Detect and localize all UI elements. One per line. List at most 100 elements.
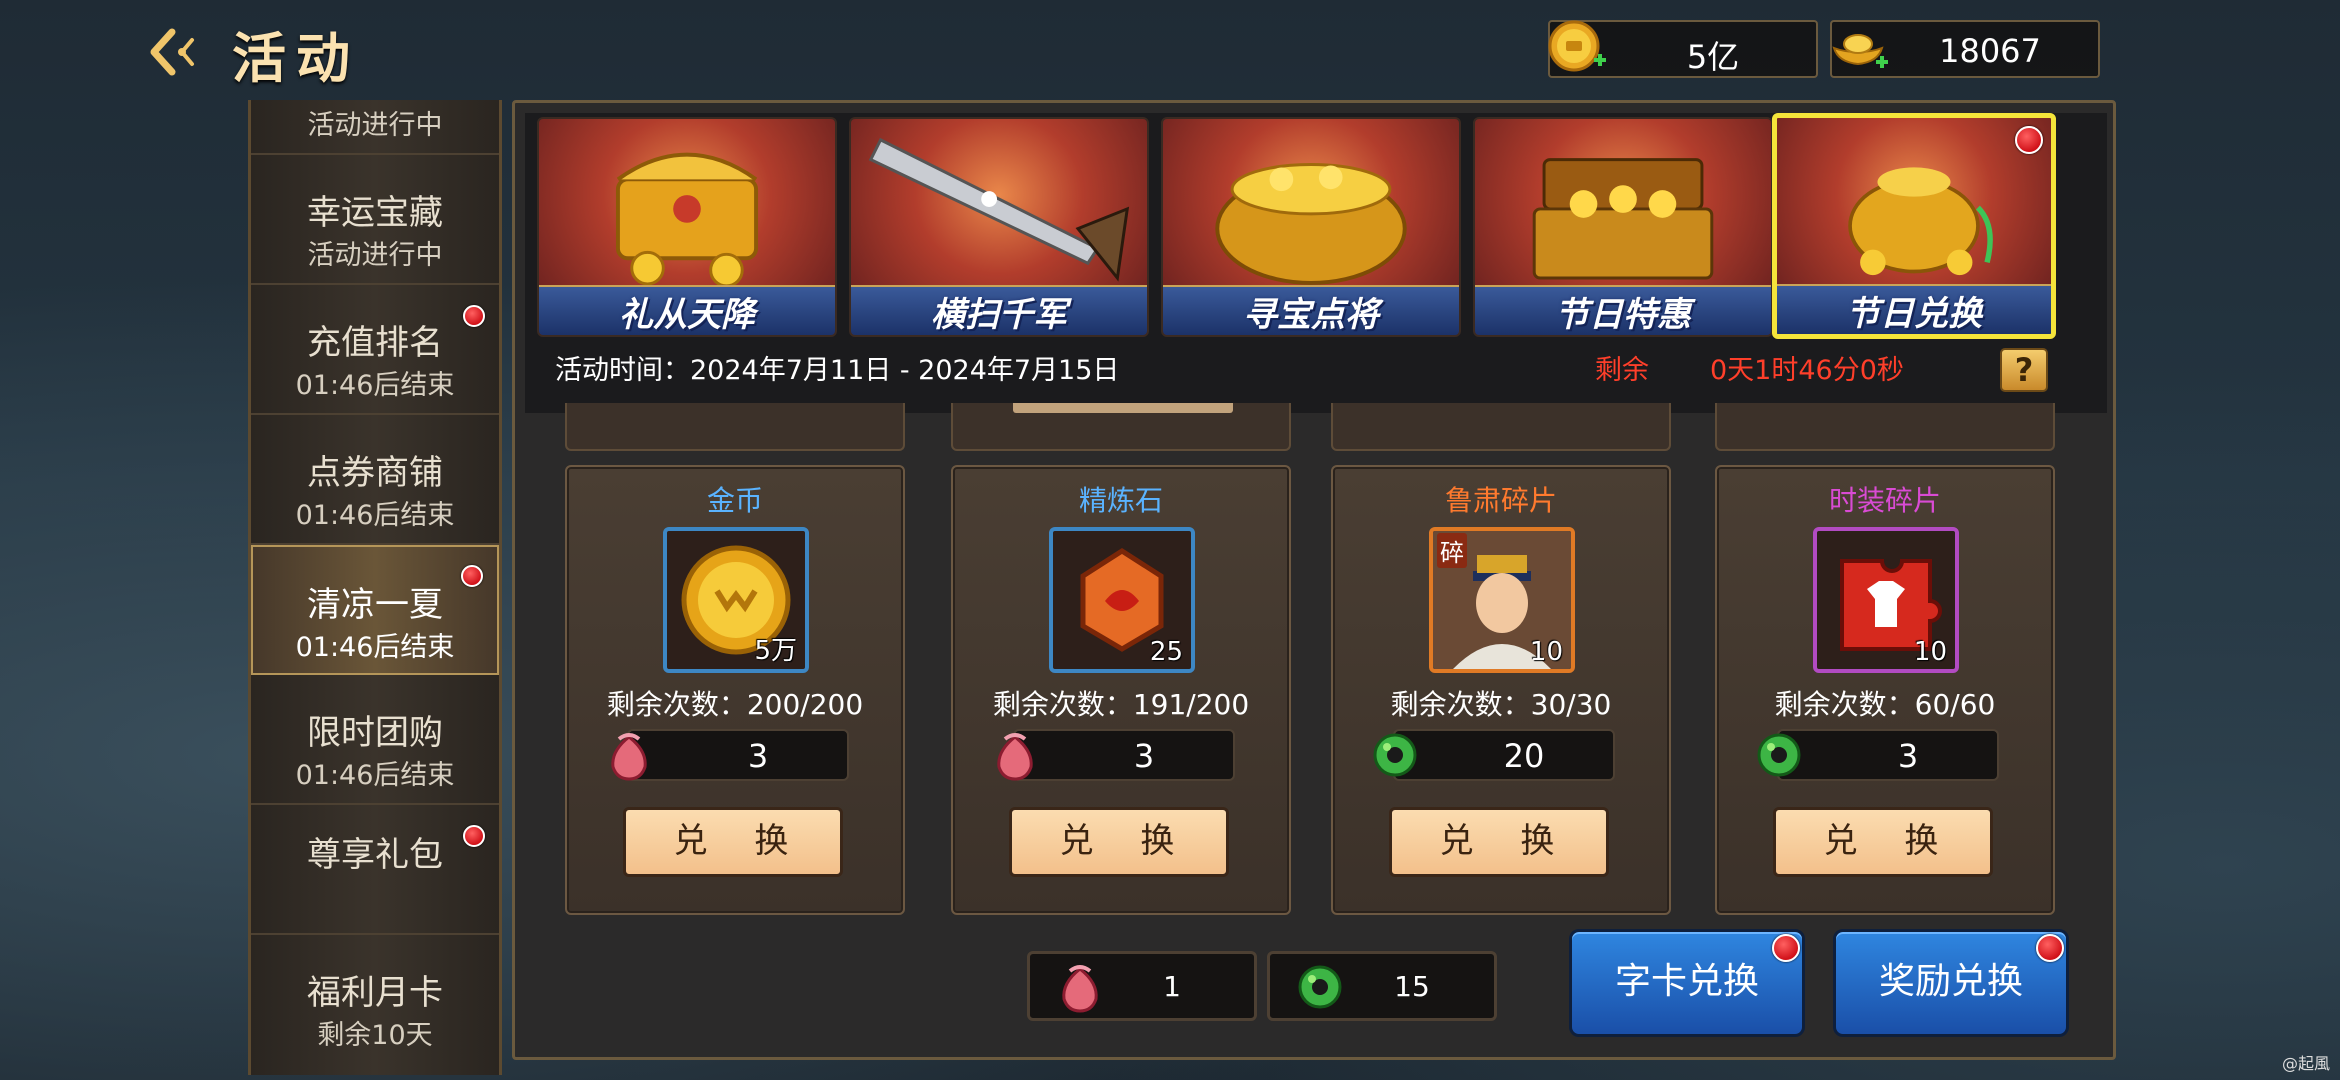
page-title: 活动 [232,26,360,90]
card-title: 金币 [706,484,763,517]
reward-exchange-button[interactable]: 奖励兑换 [1833,929,2069,1037]
remaining-count: 剩余次数：191/200 [992,688,1250,721]
card-stub [1715,403,2055,451]
event-time-range: 2024年7月11日 - 2024年7月15日 [690,355,1120,386]
tab-holiday-exchange[interactable]: 节日兑换 [1772,113,2056,339]
remaining-count: 剩余次数：200/200 [606,688,864,721]
item-slot[interactable]: 5万 [663,527,809,673]
sidebar-item-label: 充值排名 [307,323,443,363]
sidebar-item-monthly-card[interactable]: 福利月卡 剩余10天 [251,935,499,1065]
button-label: 奖励兑换 [1878,961,2023,1002]
sidebar-item-status: 剩余10天 [317,1020,433,1051]
main-panel: 礼从天降 横扫千军 寻宝点将 节日特惠 节日兑换 活动时间：2024年7月11日… [512,100,2116,1060]
red-pouch-icon [997,733,1033,781]
sidebar-item-voucher-shop[interactable]: 点券商铺 01:46后结束 [251,415,499,545]
gold-ingot-currency[interactable]: 18067 [1830,20,2100,78]
gold-ingot-value: 18067 [1939,32,2041,70]
gold-ingot-icon [1832,34,1888,68]
tab-holiday-sale[interactable]: 节日特惠 [1473,117,1773,337]
sidebar-item-label: 清凉一夏 [307,585,443,625]
notification-dot [463,825,485,847]
gold-coin-icon [1548,20,1606,72]
exchange-card-costume-fragment: 时装碎片 10 剩余次数：60/60 3 兑 换 [1715,465,2055,915]
card-title: 时装碎片 [1828,484,1941,517]
sidebar-item-recharge-rank[interactable]: 充值排名 01:46后结束 [251,285,499,415]
item-quantity: 10 [1913,637,1947,667]
watermark: @起風 [2281,1054,2330,1073]
remain-countdown: 0天1时46分0秒 [1710,355,1904,386]
gold-chest-icon [1532,158,1714,280]
sidebar-item-label: 福利月卡 [307,973,443,1013]
tab-label: 节日兑换 [1777,284,2051,334]
gold-bag-icon [1848,167,1993,276]
red-pouch-balance: 1 [1027,951,1257,1021]
card-title: 精炼石 [1078,484,1163,517]
tab-label: 横扫千军 [851,285,1147,335]
remain-label: 剩余 [1595,355,1649,386]
activity-sidebar[interactable]: 活动进行中 幸运宝藏 活动进行中 充值排名 01:46后结束 点券商铺 01:4… [248,100,502,1075]
event-time-label: 活动时间： [555,355,690,386]
event-time: 活动时间：2024年7月11日 - 2024年7月15日 [555,348,1119,387]
exchange-card-lusu-fragment: 鲁肃碎片 碎 10 剩余次数：30/30 20 兑 换 [1331,465,1671,915]
back-arrow-icon [150,28,194,76]
red-pouch-icon [611,733,647,781]
tab-gift-from-sky[interactable]: 礼从天降 [537,117,837,337]
notification-dot [461,565,483,587]
sidebar-item-cool-summer[interactable]: 清凉一夏 01:46后结束 [251,545,499,675]
sidebar-item-status: 01:46后结束 [295,370,455,401]
remaining-count: 剩余次数：60/60 [1774,688,1996,721]
sidebar-item-status: 01:46后结束 [295,632,455,663]
sidebar-item-group-buy[interactable]: 限时团购 01:46后结束 [251,675,499,805]
notification-dot [463,305,485,327]
card-title: 鲁肃碎片 [1444,484,1557,517]
green-jade-icon [1757,733,1801,777]
cost-box: 3 [611,729,849,781]
remaining-count: 剩余次数：30/30 [1390,688,1612,721]
exchange-button[interactable]: 兑 换 [1009,807,1229,877]
exchange-button[interactable]: 兑 换 [1773,807,1993,877]
sidebar-item-label: 尊享礼包 [307,835,443,875]
sidebar-item-vip-pack[interactable]: 尊享礼包 [251,805,499,935]
exchange-button[interactable]: 兑 换 [623,807,843,877]
back-button[interactable] [140,20,204,84]
item-slot[interactable]: 碎 10 [1429,527,1575,673]
sidebar-item-label: 点券商铺 [307,453,443,493]
notification-dot [1772,934,1800,962]
cost-value: 3 [747,737,769,775]
cost-box: 3 [1757,729,1999,781]
item-slot[interactable]: 10 [1813,527,1959,673]
tab-label: 礼从天降 [539,285,835,335]
exchange-card-gold: 金币 5万 剩余次数：200/200 3 兑 换 [565,465,905,915]
card-stub [565,403,905,451]
tab-label: 寻宝点将 [1163,285,1459,335]
sidebar-item-0[interactable]: 活动进行中 [251,100,499,155]
sidebar-item-status: 01:46后结束 [295,760,455,791]
green-jade-balance: 15 [1267,951,1497,1021]
sidebar-item-label: 幸运宝藏 [307,193,443,233]
question-icon: ? [2014,351,2034,389]
balance-value: 15 [1394,970,1430,1003]
card-stub [951,403,1291,451]
notification-dot [2036,934,2064,962]
help-button[interactable]: ? [2000,348,2048,392]
cost-box: 20 [1373,729,1615,781]
tab-sweep-army[interactable]: 横扫千军 [849,117,1149,337]
tab-treasure-hunt[interactable]: 寻宝点将 [1161,117,1461,337]
notification-dot [2015,126,2043,154]
card-exchange-button[interactable]: 字卡兑换 [1569,929,1805,1037]
item-slot[interactable]: 25 [1049,527,1195,673]
fragment-badge: 碎 [1437,533,1467,568]
treasure-pot-icon [1215,163,1407,285]
treasure-chest-icon [615,152,759,288]
balance-value: 1 [1163,970,1181,1003]
item-quantity: 5万 [754,636,797,666]
sidebar-item-status: 01:46后结束 [295,500,455,531]
gold-coin-currency[interactable]: 5亿 [1548,20,1818,78]
exchange-button[interactable]: 兑 换 [1389,807,1609,877]
sidebar-item-lucky-treasure[interactable]: 幸运宝藏 活动进行中 [251,155,499,285]
cost-value: 20 [1503,737,1545,775]
item-quantity: 25 [1149,637,1183,667]
cost-value: 3 [1897,737,1919,775]
tab-label: 节日特惠 [1475,285,1771,335]
green-jade-icon [1373,733,1417,777]
